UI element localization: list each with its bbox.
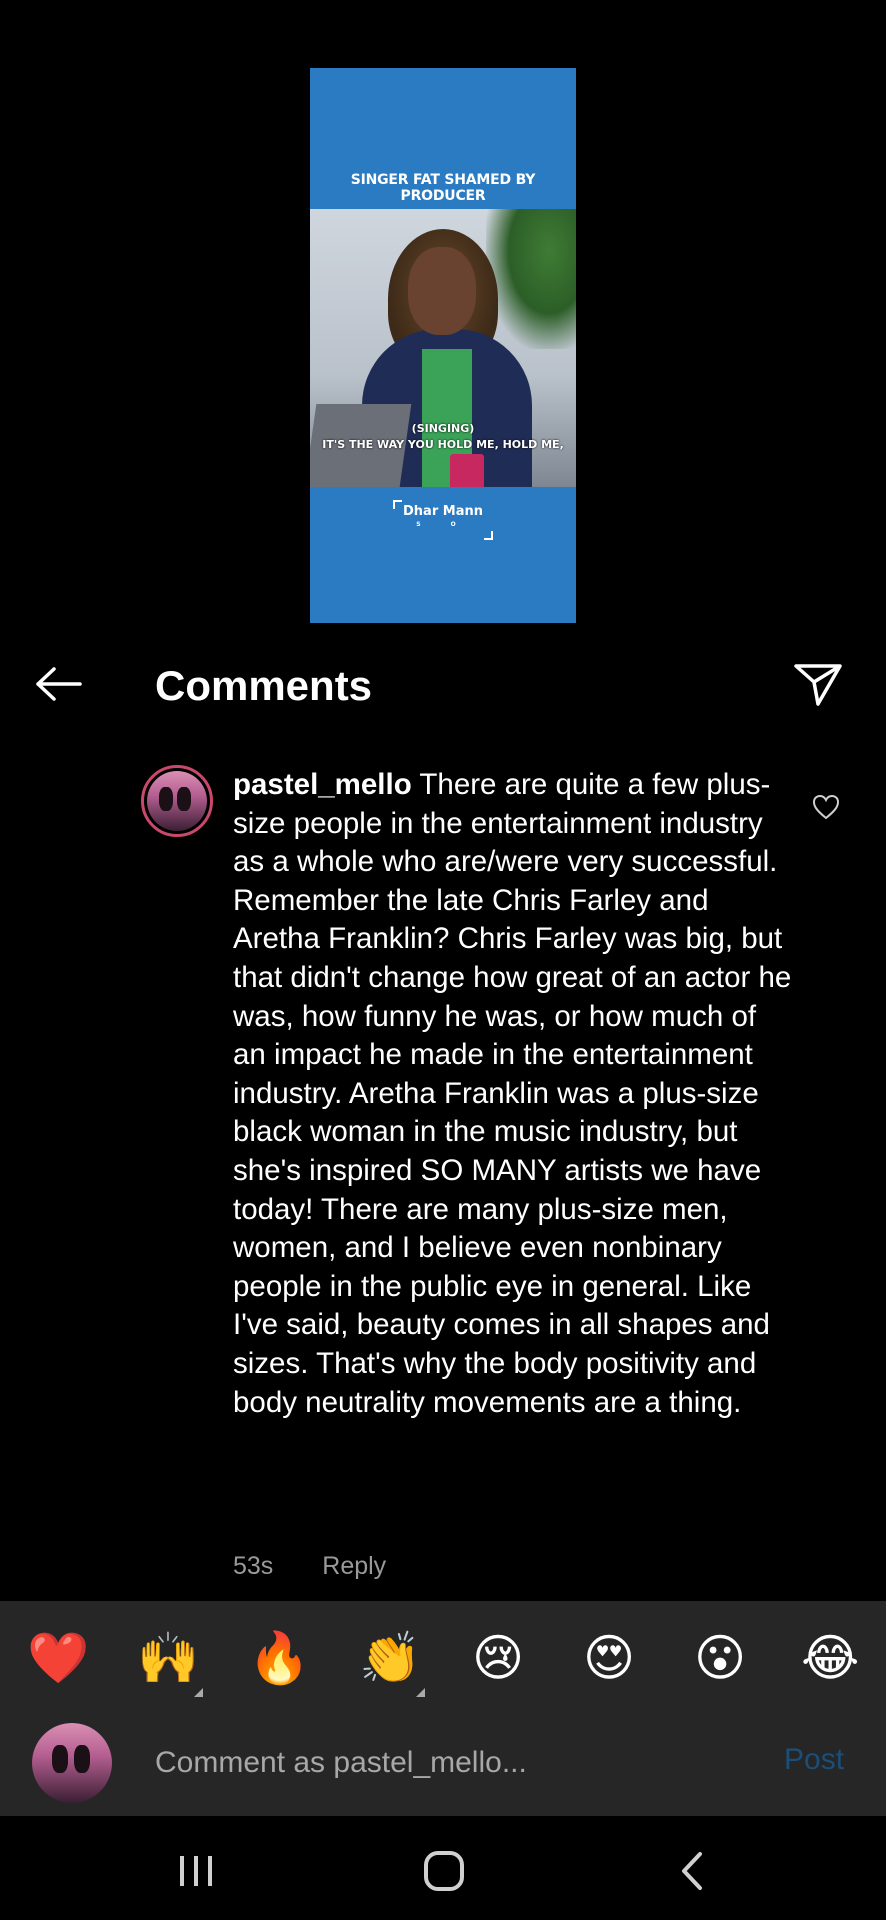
emoji-surprised[interactable]: 😮 (691, 1629, 749, 1687)
heart-outline-icon[interactable] (812, 794, 840, 820)
emoji-crying[interactable]: 😢 (469, 1629, 527, 1687)
recents-icon[interactable] (166, 1846, 226, 1896)
skin-tone-indicator (194, 1688, 203, 1697)
emoji-clapping[interactable]: 👏 (359, 1629, 425, 1697)
emoji-fire[interactable]: 🔥 (248, 1629, 310, 1687)
plant-image (486, 209, 576, 349)
paper-plane-icon[interactable] (792, 658, 844, 710)
video-subtitle-2: IT'S THE WAY YOU HOLD ME, HOLD ME, (322, 438, 564, 451)
video-preview[interactable]: SINGER FAT SHAMED BY PRODUCER (SINGING) … (310, 68, 576, 623)
video-frame: (SINGING) IT'S THE WAY YOU HOLD ME, HOLD… (310, 209, 576, 487)
avatar[interactable] (141, 765, 213, 837)
comments-header: Comments (0, 640, 886, 730)
emoji-raising-hands[interactable]: 🙌 (137, 1629, 203, 1697)
emoji-heart[interactable]: ❤️ (27, 1629, 89, 1687)
post-button[interactable]: Post (784, 1743, 844, 1777)
emoji-raising-hands-glyph: 🙌 (137, 1629, 200, 1687)
emoji-bar: ❤️ 🙌 🔥 👏 😢 😍 😮 😂 (0, 1601, 886, 1711)
comment-text: There are quite a few plus-size people i… (233, 768, 792, 1419)
skin-tone-indicator (416, 1688, 425, 1697)
comment-meta: 53s Reply (233, 1552, 386, 1581)
video-subtitle-1: (SINGING) (411, 422, 475, 435)
person-face (408, 247, 476, 335)
brand-name: Dhar Mann (403, 504, 483, 519)
back-chevron-icon[interactable] (662, 1846, 722, 1896)
emoji-heart-eyes[interactable]: 😍 (580, 1629, 638, 1687)
avatar-image (147, 771, 207, 831)
comment-body: pastel_mello There are quite a few plus-… (233, 766, 793, 1422)
video-caption: SINGER FAT SHAMED BY PRODUCER (350, 172, 536, 204)
cup-image (450, 454, 484, 487)
brand-logo: Dhar Mann S O (310, 500, 576, 540)
avatar (32, 1723, 112, 1803)
brand-sub: S O (416, 521, 470, 528)
comment-time: 53s (233, 1552, 274, 1580)
comment-input-bar: Post (0, 1711, 886, 1816)
reply-button[interactable]: Reply (322, 1552, 386, 1581)
comment-username[interactable]: pastel_mello (233, 768, 412, 801)
system-nav-bar (0, 1816, 886, 1920)
page-title: Comments (155, 662, 373, 709)
emoji-laughing[interactable]: 😂 (801, 1629, 859, 1687)
comment-input[interactable] (155, 1739, 755, 1787)
arrow-left-icon[interactable] (34, 664, 84, 704)
emoji-clapping-glyph: 👏 (359, 1629, 422, 1687)
home-icon[interactable] (414, 1846, 474, 1896)
